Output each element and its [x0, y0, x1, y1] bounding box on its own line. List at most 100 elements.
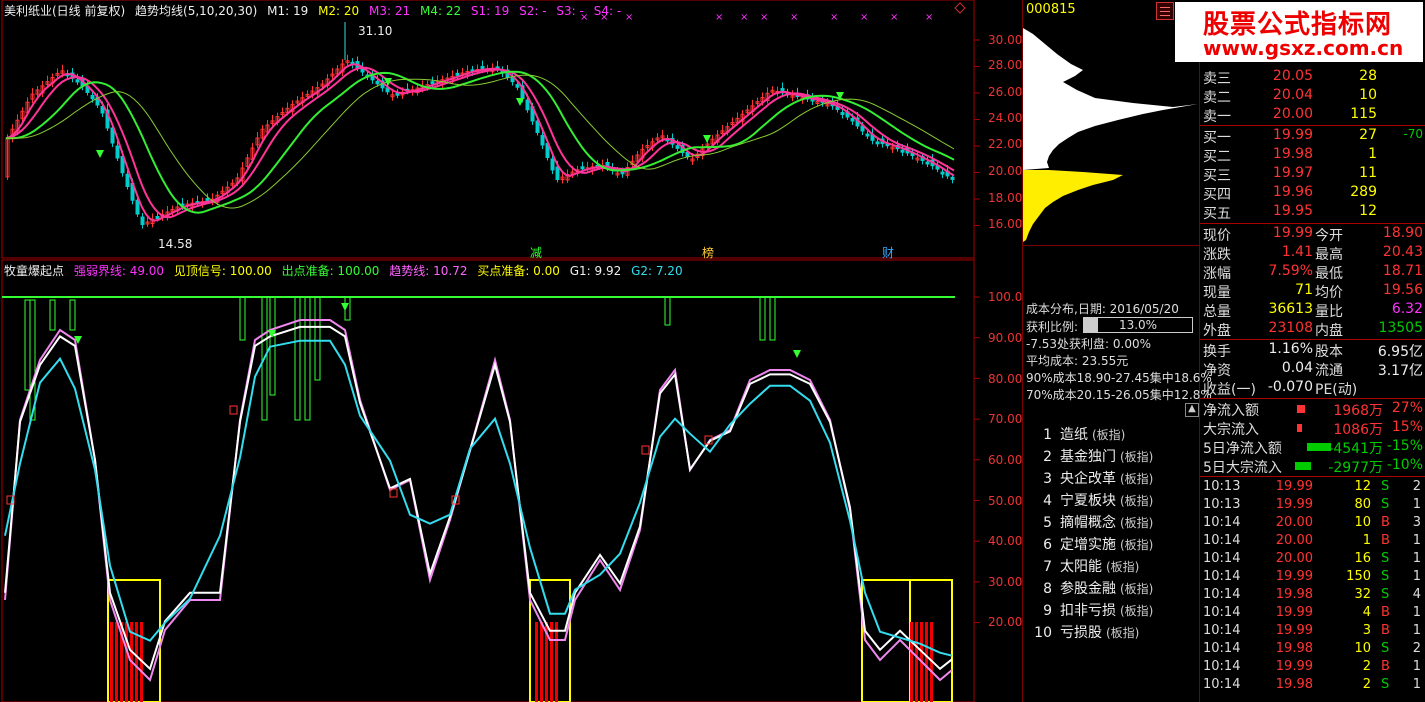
- signal-bar: [294, 296, 301, 421]
- flow-label: 5日净流入额: [1203, 441, 1282, 457]
- sector-index: 8: [1043, 581, 1052, 597]
- bid-volume: 12: [1359, 203, 1377, 219]
- tick-volume: 32: [1354, 587, 1371, 602]
- bid-row[interactable]: 买三 19.97 11: [1203, 165, 1423, 184]
- tick-row[interactable]: 10:14 19.99 4 B 1: [1203, 605, 1423, 623]
- tick-row[interactable]: 10:14 19.98 32 S 4: [1203, 587, 1423, 605]
- event-marker[interactable]: 财: [882, 244, 894, 261]
- sector-item[interactable]: 1 造纸 (板指): [1030, 424, 1125, 444]
- tick-row[interactable]: 10:13 19.99 12 S 2: [1203, 479, 1423, 497]
- m1-value: M1: 19: [267, 4, 309, 18]
- sector-index: 5: [1043, 515, 1052, 531]
- indicator-tick: 40.00: [988, 534, 1023, 548]
- sector-index: 9: [1043, 603, 1052, 619]
- bid-row[interactable]: 买二 19.98 1: [1203, 146, 1423, 165]
- kline-chart[interactable]: × × × × × × × × × × ×: [0, 0, 1022, 702]
- s4-value: S4: -: [593, 4, 622, 18]
- buy-marker: [229, 405, 238, 415]
- candle-body: [455, 72, 460, 76]
- collapse-icon[interactable]: ▲: [1185, 403, 1199, 417]
- sector-item[interactable]: 6 定增实施 (板指): [1030, 534, 1153, 554]
- tick-price: 20.00: [1275, 551, 1313, 566]
- divider: [1022, 245, 1200, 246]
- sector-item[interactable]: 9 扣非亏损 (板指): [1030, 600, 1153, 620]
- bid-row[interactable]: 买一 19.99 27 -70: [1203, 127, 1423, 146]
- tick-volume: 2: [1362, 677, 1371, 692]
- sector-item[interactable]: 10 亏损股 (板指): [1030, 622, 1139, 642]
- signal-mark: ×: [890, 12, 898, 23]
- candle-body: [925, 161, 930, 165]
- indicator-tick: 60.00: [988, 453, 1023, 467]
- energy-bar: [910, 622, 913, 702]
- tick-count: 1: [1412, 497, 1421, 512]
- energy-bar: [110, 622, 113, 702]
- f10-icon[interactable]: [1156, 2, 1174, 20]
- sector-item[interactable]: 2 基金独门 (板指): [1030, 446, 1153, 466]
- m2-value: M2: 20: [318, 4, 360, 18]
- price-tick: 22.00: [988, 137, 1023, 151]
- sector-item[interactable]: 3 央企改革 (板指): [1030, 468, 1153, 488]
- tick-row[interactable]: 10:14 19.99 2 B 1: [1203, 659, 1423, 677]
- ask-row[interactable]: 卖一 20.00 115: [1203, 106, 1423, 125]
- indicator-line: [4, 325, 953, 671]
- signal-bar: [314, 296, 321, 381]
- tick-price: 19.99: [1275, 569, 1313, 584]
- tick-row[interactable]: 10:14 20.00 1 B 1: [1203, 533, 1423, 551]
- tick-row[interactable]: 10:14 19.98 10 S 2: [1203, 641, 1423, 659]
- tick-time: 10:14: [1203, 551, 1241, 566]
- stat-label: 内盘: [1315, 323, 1343, 339]
- fund-label: PE(动): [1315, 382, 1358, 398]
- tick-price: 19.99: [1275, 479, 1313, 494]
- tick-row[interactable]: 10:13 19.99 80 S 1: [1203, 497, 1423, 515]
- candle-body: [950, 176, 955, 180]
- tick-row[interactable]: 10:14 19.99 150 S 1: [1203, 569, 1423, 587]
- ma-line: [5, 66, 955, 219]
- signal-mark: ×: [715, 12, 723, 23]
- fund-label: 流通: [1315, 363, 1343, 379]
- stat-label: 涨幅: [1203, 266, 1231, 282]
- stat-label: 最高: [1315, 247, 1343, 263]
- tick-volume: 10: [1354, 641, 1371, 656]
- event-marker[interactable]: 减: [530, 244, 542, 261]
- sector-item[interactable]: 4 宁夏板块 (板指): [1030, 490, 1153, 510]
- ask-price: 20.04: [1272, 87, 1313, 103]
- flow-pct: 27%: [1391, 400, 1423, 416]
- ask-row[interactable]: 卖二 20.04 10: [1203, 87, 1423, 106]
- flow-value: -4541万: [1328, 441, 1383, 457]
- low-price-label: 14.58: [158, 237, 193, 251]
- signal-bar: [304, 296, 311, 421]
- tick-row[interactable]: 10:14 19.98 2 S 1: [1203, 677, 1423, 695]
- profit-label: 获利比例:: [1026, 320, 1079, 334]
- stat-value: 1.41: [1281, 244, 1313, 260]
- flow-row: 5日净流入额 -4541万 -15%: [1203, 438, 1423, 457]
- indicator-tick: 90.00: [988, 331, 1023, 345]
- ask-row[interactable]: 卖三 20.05 28: [1203, 68, 1423, 87]
- sector-item[interactable]: 8 参股金融 (板指): [1030, 578, 1153, 598]
- exit-ready-value: 出点准备: 100.00: [281, 264, 380, 278]
- tick-row[interactable]: 10:14 20.00 16 S 1: [1203, 551, 1423, 569]
- price-tick: 28.00: [988, 58, 1023, 72]
- candle-body: [580, 166, 585, 170]
- tick-row[interactable]: 10:14 19.99 3 B 1: [1203, 623, 1423, 641]
- ask-price: 20.05: [1272, 68, 1313, 84]
- candle-body: [430, 81, 435, 85]
- chart-area[interactable]: × × × × × × × × × × × 美利纸业(日线 前复权) 趋势均线(5,10,20,30…: [0, 0, 1022, 702]
- indicator-tick: 30.00: [988, 575, 1023, 589]
- energy-bar: [550, 622, 553, 702]
- tick-row[interactable]: 10:14 20.00 10 B 3: [1203, 515, 1423, 533]
- energy-bar: [925, 622, 928, 702]
- stat-label: 今开: [1315, 228, 1343, 244]
- candle-body: [900, 149, 905, 153]
- tick-price: 19.99: [1275, 659, 1313, 674]
- energy-bar: [915, 622, 918, 702]
- sector-item[interactable]: 7 太阳能 (板指): [1030, 556, 1139, 576]
- event-marker[interactable]: 榜: [702, 244, 714, 261]
- candle-body: [675, 145, 680, 149]
- candle-body: [550, 158, 555, 171]
- bid-row[interactable]: 买四 19.96 289: [1203, 184, 1423, 203]
- tick-price: 19.99: [1275, 623, 1313, 638]
- bid-row[interactable]: 买五 19.95 12: [1203, 203, 1423, 222]
- candle-body: [875, 141, 880, 145]
- sector-tag: (板指): [1106, 626, 1140, 640]
- sector-item[interactable]: 5 摘帽概念 (板指): [1030, 512, 1153, 532]
